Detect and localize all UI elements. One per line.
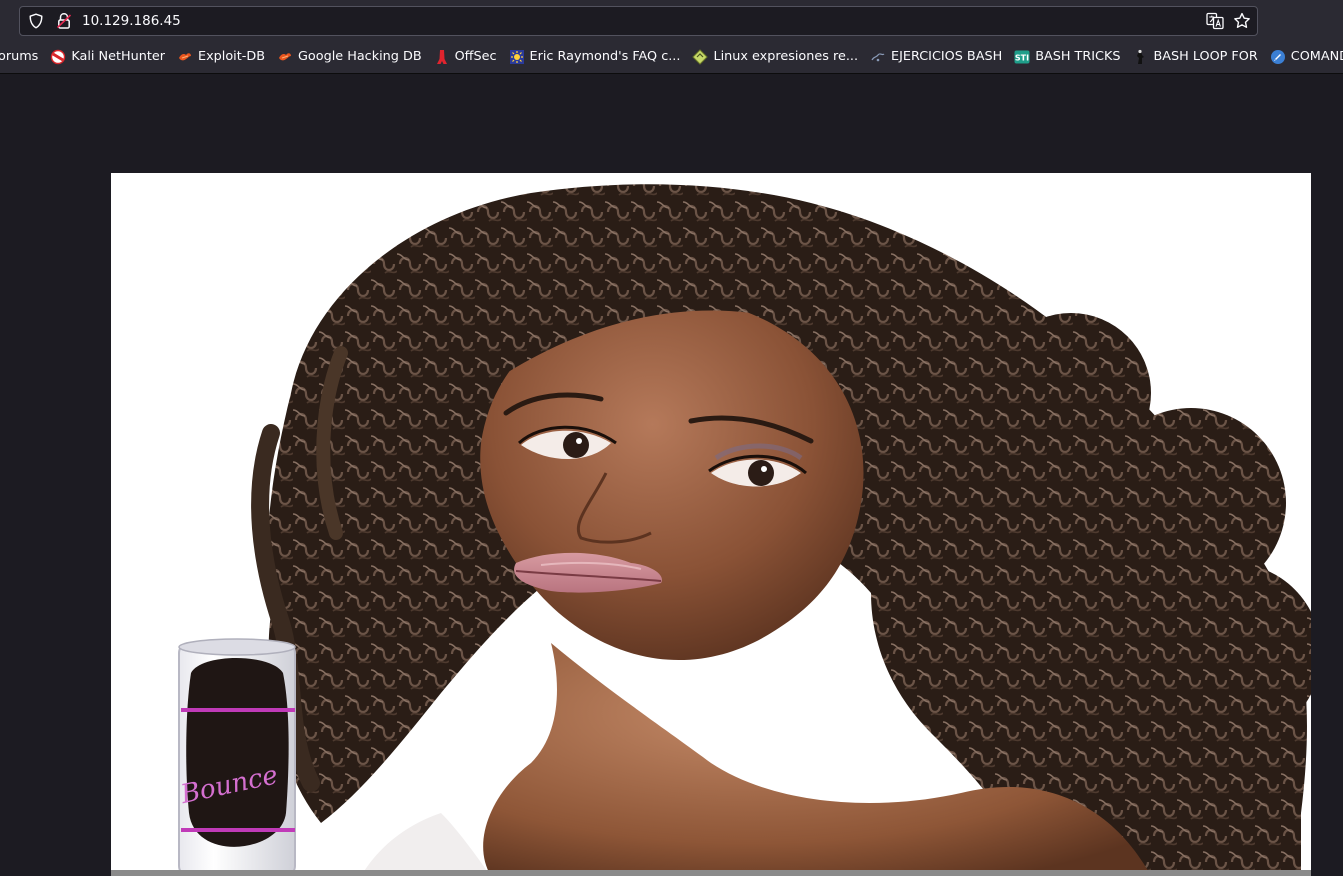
bookmark-label: Exploit-DB <box>198 49 265 64</box>
bash-loop-icon <box>1132 49 1148 65</box>
kali-nethunter-icon <box>50 49 66 65</box>
bookmark-exploit-db[interactable]: Exploit-DB <box>171 45 271 69</box>
linux-regex-icon <box>692 48 709 65</box>
bookmark-eric-raymond-faq[interactable]: Eric Raymond's FAQ c... <box>503 45 687 69</box>
bookmark-label: Google Hacking DB <box>298 49 422 64</box>
bookmark-label: Eric Raymond's FAQ c... <box>529 49 681 64</box>
bookmark-bash-loop-for[interactable]: BASH LOOP FOR <box>1126 45 1263 69</box>
insecure-lock-icon[interactable] <box>56 12 72 30</box>
bookmark-label: BASH LOOP FOR <box>1153 49 1258 64</box>
bookmark-label: Linux expresiones re... <box>713 49 859 64</box>
bookmark-offsec[interactable]: OffSec <box>428 45 503 69</box>
browser-toolbar: 10.129.186.45 <box>0 0 1343 40</box>
bookmark-label: COMANDO A <box>1290 49 1343 64</box>
offsec-icon <box>434 49 450 65</box>
bookmark-label: BASH TRICKS <box>1035 49 1121 64</box>
ejercicios-bash-icon <box>870 49 886 65</box>
bookmark-forums[interactable]: orums <box>0 45 44 69</box>
ghdb-icon <box>277 49 293 65</box>
comando-icon <box>1270 49 1286 65</box>
bookmark-label: OffSec <box>454 49 497 64</box>
hero-photo-illustration: Bounce <box>111 173 1311 876</box>
hero-photo: Bounce <box>111 173 1311 876</box>
hero-bottom-strip <box>111 870 1311 876</box>
eric-raymond-icon <box>509 49 525 65</box>
bookmark-google-hacking-db[interactable]: Google Hacking DB <box>271 45 428 69</box>
bookmark-label: EJERCICIOS BASH <box>891 49 1003 64</box>
bash-tricks-icon: STI <box>1014 49 1030 65</box>
tracking-protection-shield-icon[interactable] <box>28 13 44 29</box>
bookmark-label: Kali NetHunter <box>71 49 165 64</box>
url-text[interactable]: 10.129.186.45 <box>82 12 181 30</box>
hair-product-tube: Bounce <box>177 638 296 876</box>
exploit-db-icon <box>177 49 193 65</box>
bookmarks-toolbar: orums Kali NetHunter Exploit-DB Google H… <box>0 40 1343 74</box>
bookmark-bash-tricks[interactable]: STI BASH TRICKS <box>1008 45 1126 69</box>
bookmark-ejercicios-bash[interactable]: EJERCICIOS BASH <box>864 45 1008 69</box>
address-bar[interactable]: 10.129.186.45 <box>19 6 1258 36</box>
bookmark-comando[interactable]: COMANDO A <box>1264 45 1343 69</box>
bookmark-label: orums <box>0 49 39 64</box>
bookmark-kali-nethunter[interactable]: Kali NetHunter <box>44 45 171 69</box>
translate-icon[interactable] <box>1206 12 1224 30</box>
svg-text:STI: STI <box>1015 53 1029 62</box>
bookmark-star-icon[interactable] <box>1233 12 1251 30</box>
bookmark-linux-expresiones[interactable]: Linux expresiones re... <box>686 45 864 69</box>
page-content: Bounce <box>0 74 1343 876</box>
